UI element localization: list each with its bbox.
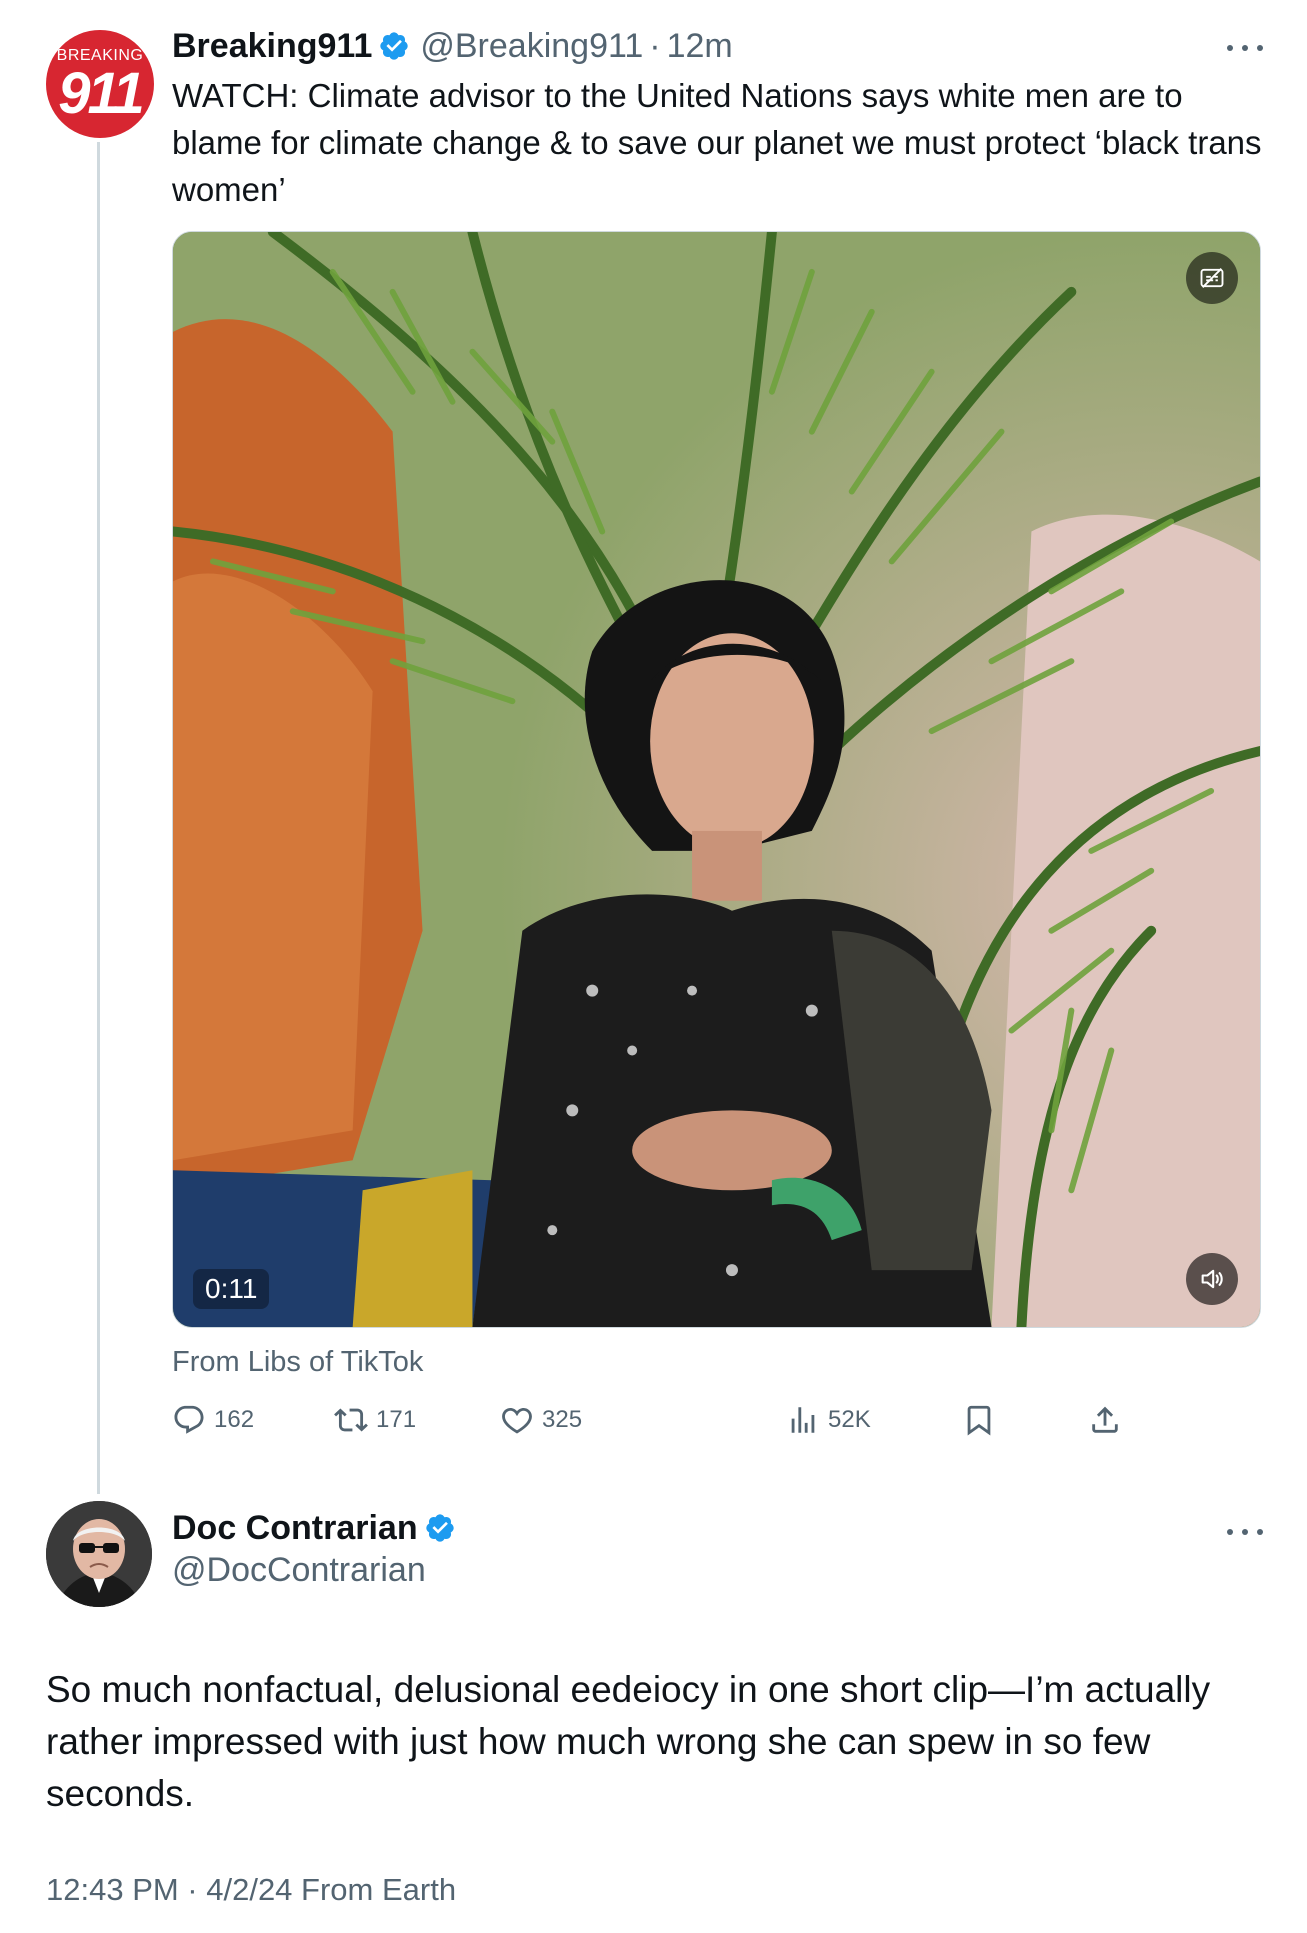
doccontrarian-avatar[interactable] (46, 1501, 152, 1607)
mute-toggle-button[interactable] (1186, 1253, 1238, 1305)
reply-more-options-icon[interactable] (1227, 1526, 1263, 1538)
bookmark-icon (967, 1405, 991, 1436)
share-button[interactable] (1088, 1398, 1130, 1442)
author-handle[interactable]: @Breaking911 (420, 27, 643, 66)
tweet-actions: 162 171 325 52K (172, 1398, 1172, 1442)
repost-button[interactable]: 171 (334, 1398, 416, 1442)
video-frame (173, 232, 1260, 1327)
verified-badge-icon (425, 1514, 454, 1542)
reply-text: So much nonfactual, delusional eedeiocy … (46, 1669, 1211, 1814)
reply-header: Doc Contrarian (172, 1506, 456, 1550)
reply-author-name[interactable]: Doc Contrarian (172, 1509, 418, 1548)
view-count: 52K (828, 1406, 871, 1433)
tweet-text: WATCH: Climate advisor to the United Nat… (172, 77, 1262, 208)
views-icon (791, 1407, 815, 1433)
reply-timestamp[interactable]: 12:43 PM · 4/2/24 From Earth (46, 1872, 456, 1908)
like-count: 325 (542, 1406, 583, 1433)
views-button[interactable]: 52K (786, 1398, 871, 1442)
reply-author-handle[interactable]: @DocContrarian (172, 1551, 426, 1590)
bookmark-button[interactable] (962, 1398, 1004, 1442)
repost-count: 171 (376, 1406, 417, 1433)
like-button[interactable]: 325 (500, 1398, 582, 1442)
like-icon (502, 1407, 532, 1434)
avatar-logo-number: 911 (58, 61, 144, 126)
tweet-time[interactable]: 12m (667, 27, 733, 66)
separator-dot: · (649, 26, 661, 65)
captions-icon (1200, 268, 1224, 288)
reply-icon (174, 1405, 204, 1434)
thread-connector-line (97, 142, 100, 1494)
verified-badge-icon (380, 32, 409, 60)
avatar-image (46, 1501, 152, 1607)
tweet-header: Breaking911 @Breaking911 · 12m (172, 24, 733, 68)
captions-button[interactable] (1186, 252, 1238, 304)
volume-icon (1201, 1269, 1223, 1289)
video-duration: 0:11 (193, 1269, 270, 1309)
share-icon (1092, 1406, 1118, 1433)
breaking911-avatar[interactable]: BREAKING 911 (46, 30, 154, 138)
more-options-icon[interactable] (1227, 42, 1263, 54)
reply-count: 162 (214, 1406, 255, 1433)
author-name[interactable]: Breaking911 (172, 27, 372, 66)
repost-icon (334, 1408, 368, 1432)
video-player[interactable]: 0:11 (172, 231, 1261, 1328)
media-source-label[interactable]: From Libs of TikTok (172, 1346, 423, 1379)
reply-button[interactable]: 162 (172, 1398, 254, 1442)
